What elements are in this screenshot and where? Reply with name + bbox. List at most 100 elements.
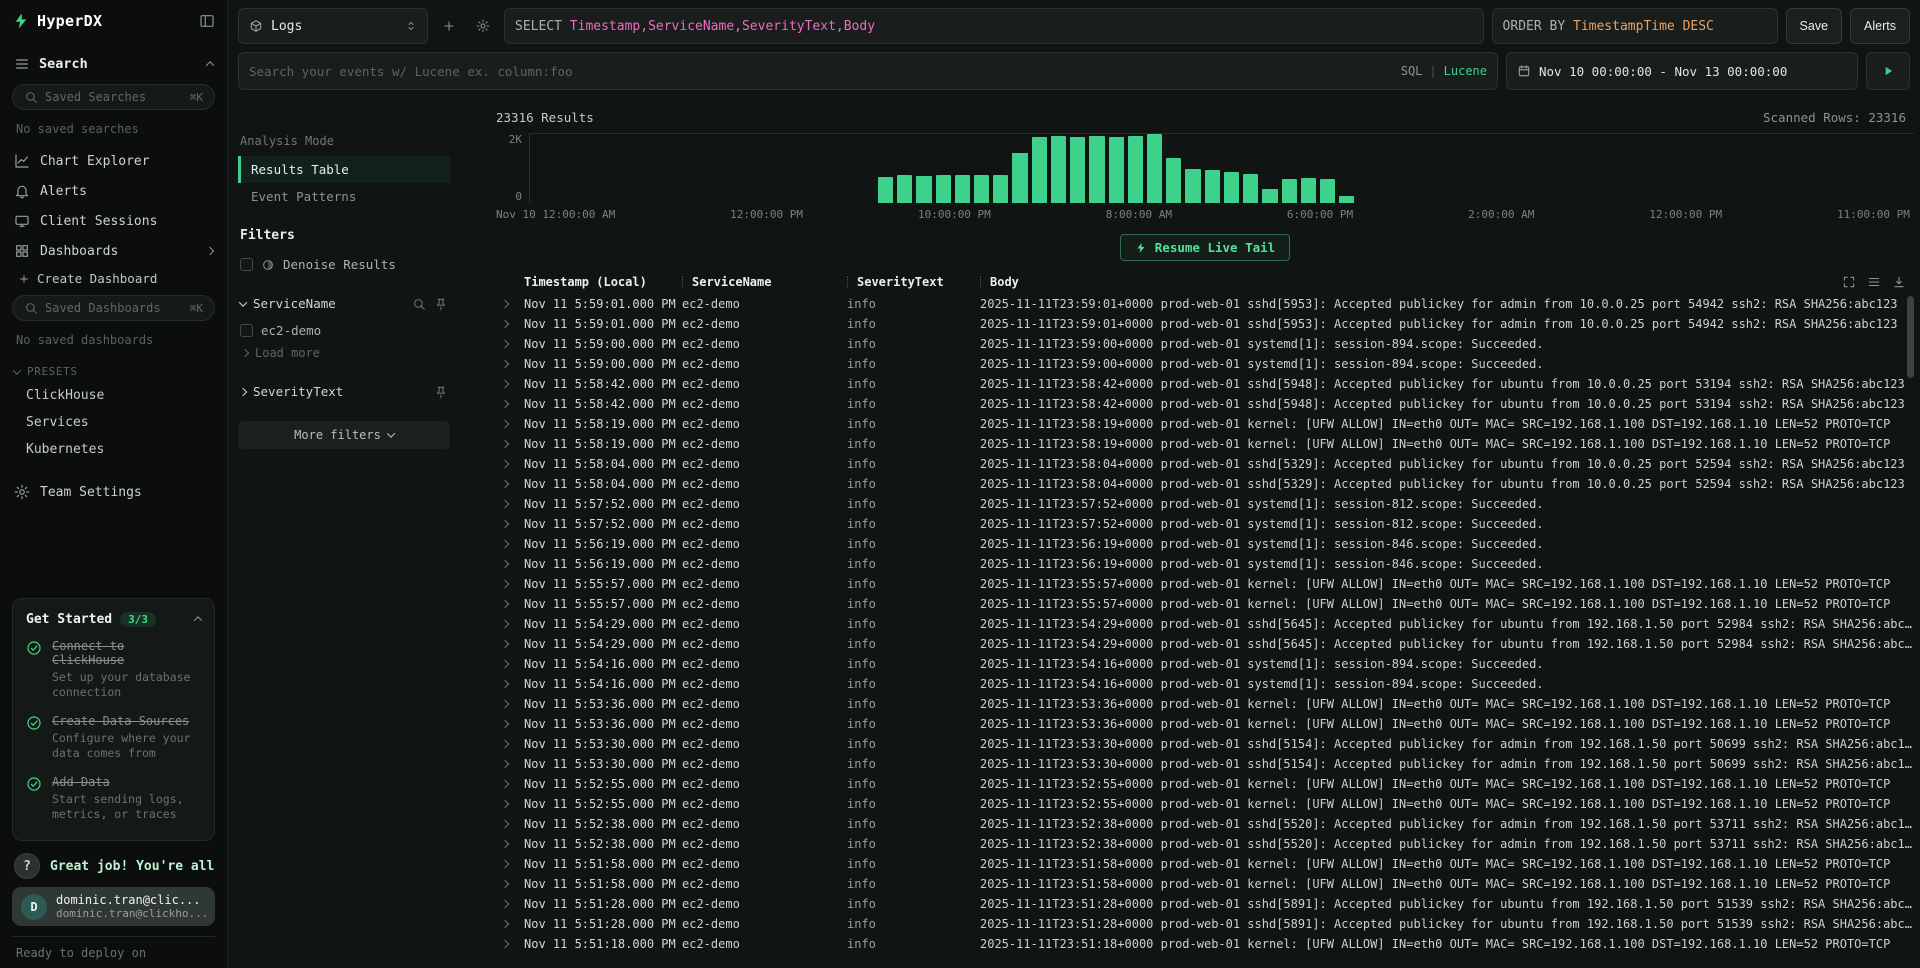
chart-bar[interactable] — [1339, 196, 1354, 203]
row-expand-chevron[interactable] — [496, 861, 524, 867]
column-header-timestamp[interactable]: Timestamp (Local) — [524, 275, 682, 289]
chart-bar[interactable] — [1012, 153, 1027, 203]
event-search-box[interactable]: SQL | Lucene — [238, 52, 1498, 90]
table-row[interactable]: Nov 11 5:51:18.000 PM ec2-demo info 2025… — [496, 934, 1914, 954]
row-expand-chevron[interactable] — [496, 761, 524, 767]
table-row[interactable]: Nov 11 5:53:36.000 PM ec2-demo info 2025… — [496, 694, 1914, 714]
table-row[interactable]: Nov 11 5:58:19.000 PM ec2-demo info 2025… — [496, 434, 1914, 454]
row-expand-chevron[interactable] — [496, 621, 524, 627]
select-columns-input[interactable]: SELECT Timestamp,ServiceName,SeverityTex… — [504, 8, 1484, 44]
saved-dashboards-input[interactable] — [45, 301, 183, 315]
run-query-button[interactable] — [1866, 52, 1910, 90]
chart-bar[interactable] — [1109, 137, 1124, 203]
row-expand-chevron[interactable] — [496, 301, 524, 307]
user-profile-chip[interactable]: D dominic.tran@clic... dominic.tran@clic… — [12, 887, 215, 926]
denoise-results-checkbox-row[interactable]: Denoise Results — [238, 253, 450, 276]
row-expand-chevron[interactable] — [496, 421, 524, 427]
sidebar-item-dashboards[interactable]: Dashboards — [12, 236, 215, 266]
row-expand-chevron[interactable] — [496, 501, 524, 507]
table-row[interactable]: Nov 11 5:52:55.000 PM ec2-demo info 2025… — [496, 794, 1914, 814]
row-expand-chevron[interactable] — [496, 941, 524, 947]
load-more-button[interactable]: Load more — [238, 342, 450, 364]
resume-live-tail-button[interactable]: Resume Live Tail — [1120, 234, 1290, 261]
column-resize-handle[interactable] — [682, 276, 683, 288]
chart-bar[interactable] — [1051, 136, 1066, 203]
table-row[interactable]: Nov 11 5:58:04.000 PM ec2-demo info 2025… — [496, 454, 1914, 474]
row-expand-chevron[interactable] — [496, 361, 524, 367]
source-settings-button[interactable] — [470, 13, 496, 39]
checkbox[interactable] — [240, 324, 253, 337]
mode-results-table[interactable]: Results Table — [238, 156, 450, 183]
row-expand-chevron[interactable] — [496, 641, 524, 647]
table-row[interactable]: Nov 11 5:52:38.000 PM ec2-demo info 2025… — [496, 834, 1914, 854]
table-row[interactable]: Nov 11 5:53:30.000 PM ec2-demo info 2025… — [496, 734, 1914, 754]
table-row[interactable]: Nov 11 5:53:36.000 PM ec2-demo info 2025… — [496, 714, 1914, 734]
pin-icon[interactable] — [434, 297, 448, 311]
facet-servicename-header[interactable]: ServiceName — [238, 292, 450, 315]
chevron-up-icon[interactable] — [206, 61, 214, 69]
chart-bar[interactable] — [1185, 169, 1200, 204]
table-row[interactable]: Nov 11 5:55:57.000 PM ec2-demo info 2025… — [496, 594, 1914, 614]
chart-bar[interactable] — [1205, 170, 1220, 203]
event-search-input[interactable] — [249, 64, 1393, 79]
chart-bar[interactable] — [878, 177, 893, 203]
chart-bar[interactable] — [1032, 137, 1047, 203]
row-expand-chevron[interactable] — [496, 881, 524, 887]
row-expand-chevron[interactable] — [496, 741, 524, 747]
table-row[interactable]: Nov 11 5:51:58.000 PM ec2-demo info 2025… — [496, 874, 1914, 894]
collapse-sidebar-icon[interactable] — [199, 13, 215, 29]
chart-bar[interactable] — [1243, 174, 1258, 203]
chart-bar[interactable] — [1070, 137, 1085, 203]
facet-value-ec2-demo[interactable]: ec2-demo — [238, 319, 450, 342]
table-row[interactable]: Nov 11 5:51:58.000 PM ec2-demo info 2025… — [496, 854, 1914, 874]
get-started-header[interactable]: Get Started 3/3 — [26, 612, 201, 627]
table-row[interactable]: Nov 11 5:58:04.000 PM ec2-demo info 2025… — [496, 474, 1914, 494]
table-row[interactable]: Nov 11 5:54:16.000 PM ec2-demo info 2025… — [496, 674, 1914, 694]
table-row[interactable]: Nov 11 5:53:30.000 PM ec2-demo info 2025… — [496, 754, 1914, 774]
table-row[interactable]: Nov 11 5:58:42.000 PM ec2-demo info 2025… — [496, 374, 1914, 394]
pin-icon[interactable] — [434, 385, 448, 399]
maximize-icon[interactable] — [1842, 275, 1856, 289]
table-row[interactable]: Nov 11 5:57:52.000 PM ec2-demo info 2025… — [496, 514, 1914, 534]
language-sql-option[interactable]: SQL — [1401, 64, 1423, 78]
row-expand-chevron[interactable] — [496, 841, 524, 847]
chevron-up-icon[interactable] — [194, 617, 202, 625]
row-expand-chevron[interactable] — [496, 321, 524, 327]
row-expand-chevron[interactable] — [496, 541, 524, 547]
save-button[interactable]: Save — [1786, 8, 1843, 44]
table-row[interactable]: Nov 11 5:55:57.000 PM ec2-demo info 2025… — [496, 574, 1914, 594]
vertical-scrollbar[interactable] — [1907, 296, 1914, 378]
row-expand-chevron[interactable] — [496, 601, 524, 607]
chart-bar[interactable] — [993, 175, 1008, 203]
source-selector[interactable]: Logs — [238, 8, 428, 44]
row-expand-chevron[interactable] — [496, 821, 524, 827]
chart-bar[interactable] — [955, 175, 970, 203]
sidebar-item-client-sessions[interactable]: Client Sessions — [12, 206, 215, 236]
facet-severitytext-header[interactable]: SeverityText — [238, 380, 450, 403]
column-resize-handle[interactable] — [980, 276, 981, 288]
sidebar-item-team-settings[interactable]: Team Settings — [12, 477, 215, 507]
column-header-servicename[interactable]: ServiceName — [682, 275, 847, 289]
table-row[interactable]: Nov 11 5:58:42.000 PM ec2-demo info 2025… — [496, 394, 1914, 414]
table-row[interactable]: Nov 11 5:54:29.000 PM ec2-demo info 2025… — [496, 614, 1914, 634]
table-row[interactable]: Nov 11 5:52:38.000 PM ec2-demo info 2025… — [496, 814, 1914, 834]
column-header-severitytext[interactable]: SeverityText — [847, 275, 980, 289]
table-row[interactable]: Nov 11 5:54:16.000 PM ec2-demo info 2025… — [496, 654, 1914, 674]
chart-bar[interactable] — [897, 175, 912, 203]
table-row[interactable]: Nov 11 5:56:19.000 PM ec2-demo info 2025… — [496, 534, 1914, 554]
date-range-picker[interactable]: Nov 10 00:00:00 - Nov 13 00:00:00 — [1506, 52, 1858, 90]
table-row[interactable]: Nov 11 5:59:01.000 PM ec2-demo info 2025… — [496, 294, 1914, 314]
preset-item-clickhouse[interactable]: ClickHouse — [12, 382, 215, 409]
saved-searches-box[interactable]: ⌘K — [12, 84, 215, 110]
table-row[interactable]: Nov 11 5:57:52.000 PM ec2-demo info 2025… — [496, 494, 1914, 514]
language-lucene-option[interactable]: Lucene — [1444, 64, 1487, 78]
order-by-input[interactable]: ORDER BY TimestampTime DESC — [1492, 8, 1778, 44]
chart-bar[interactable] — [1262, 189, 1277, 203]
saved-searches-input[interactable] — [45, 90, 183, 104]
sidebar-item-alerts[interactable]: Alerts — [12, 176, 215, 206]
table-row[interactable]: Nov 11 5:59:00.000 PM ec2-demo info 2025… — [496, 354, 1914, 374]
row-expand-chevron[interactable] — [496, 701, 524, 707]
alerts-button[interactable]: Alerts — [1850, 8, 1910, 44]
row-expand-chevron[interactable] — [496, 401, 524, 407]
chart-bar[interactable] — [1282, 179, 1297, 203]
